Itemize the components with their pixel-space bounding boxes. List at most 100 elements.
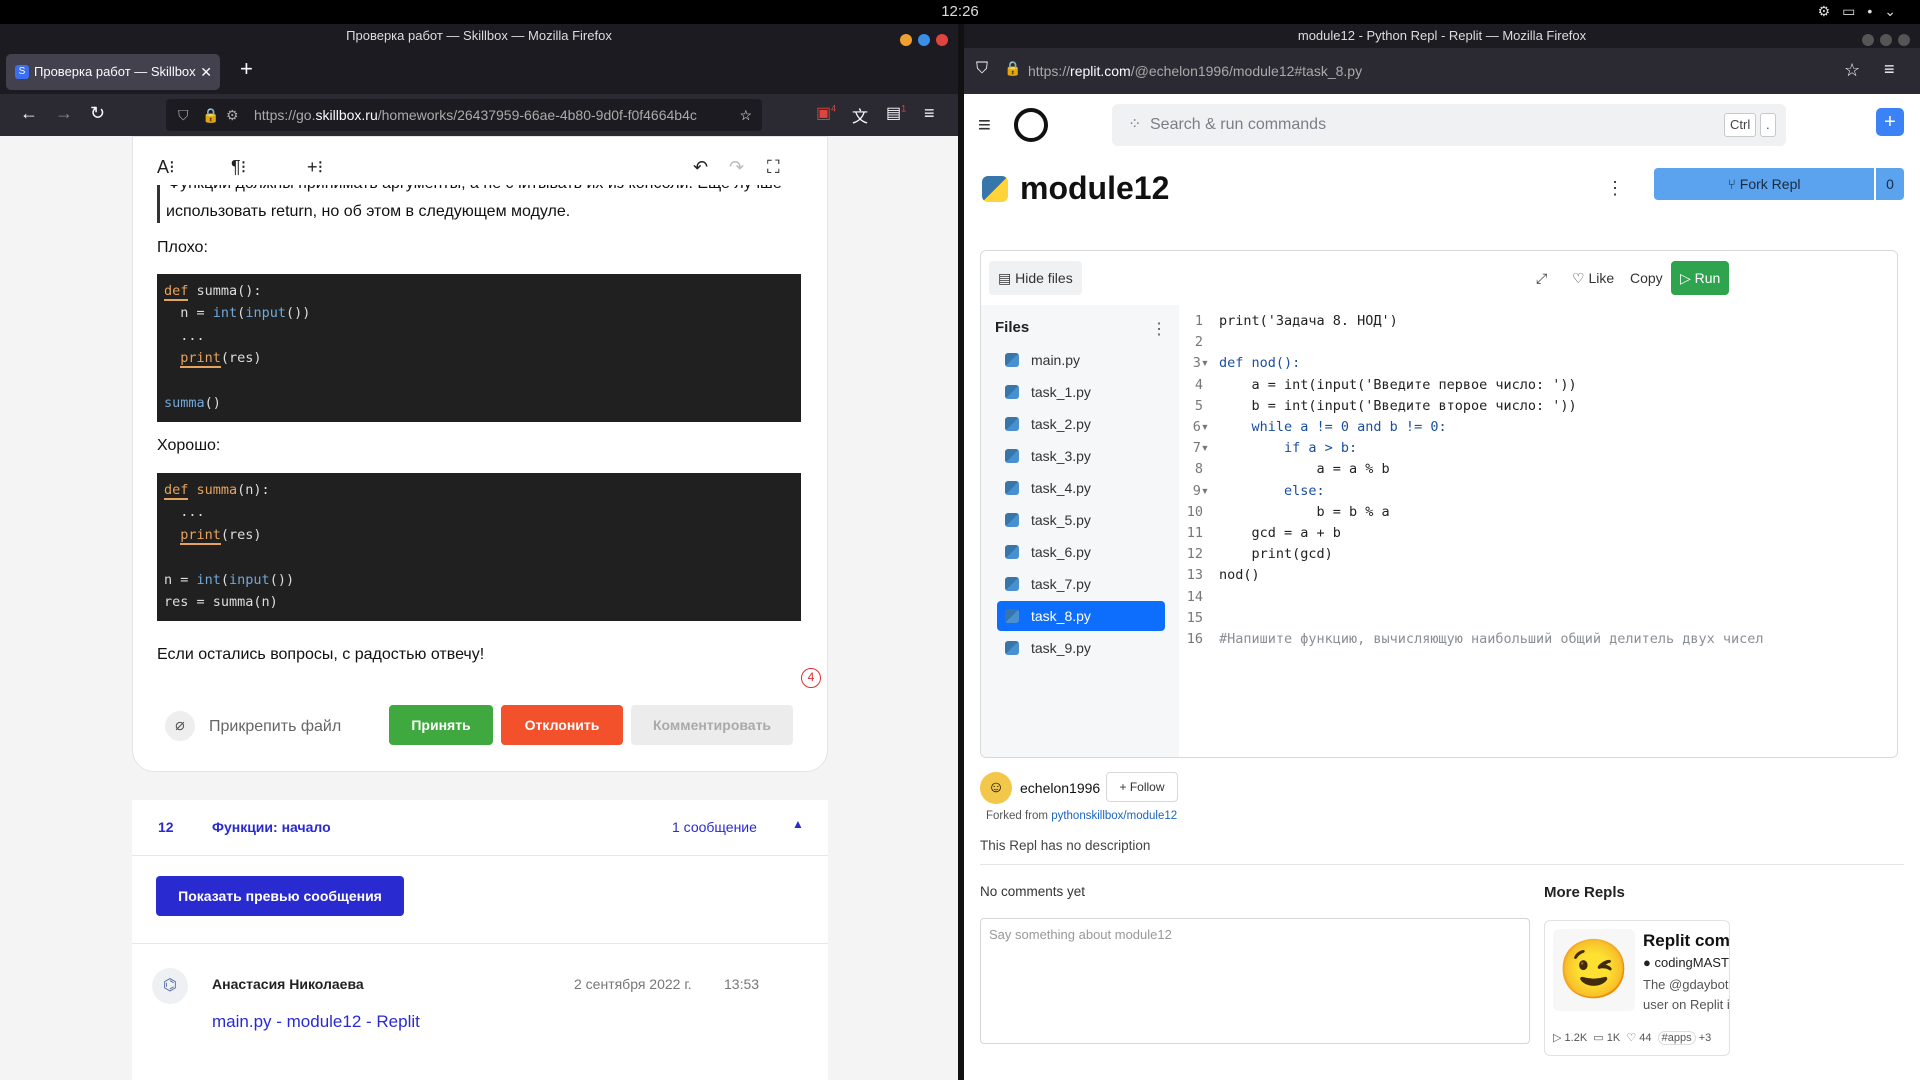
lesson-row[interactable]: 12 Функции: начало 1 сообщение ▲ [132, 800, 828, 856]
code-line[interactable]: print(gcd) [1219, 544, 1333, 565]
replit-logo[interactable] [1014, 108, 1048, 142]
copy-button[interactable]: Copy [1621, 261, 1672, 295]
downloads-extension-icon[interactable]: ▤1 [886, 103, 906, 123]
expand-icon[interactable]: ⤢ [1527, 261, 1557, 295]
card-stats: ▷ 1.2K ▭ 1K ♡ 44 #apps +3 [1553, 1031, 1711, 1045]
code-line: def summa(): [164, 283, 262, 301]
code-line[interactable]: nod() [1219, 565, 1260, 586]
back-icon[interactable]: ← [20, 103, 38, 124]
like-button[interactable]: ♡ Like [1563, 261, 1624, 295]
show-preview-button[interactable]: Показать превью сообщения [156, 876, 404, 916]
repl-card[interactable]: 😉 Replit com... ● codingMASTE... The @gd… [1544, 920, 1730, 1056]
more-options-icon[interactable]: ⋮ [1606, 178, 1624, 199]
shield-icon[interactable]: ⛉ [976, 60, 988, 78]
reject-button[interactable]: Отклонить [501, 705, 623, 745]
maximize-button[interactable] [918, 34, 930, 46]
code-line[interactable]: print('Задача 8. НОД') [1219, 311, 1398, 332]
extension-icon[interactable]: ▣4 [816, 103, 836, 123]
fullscreen-icon[interactable]: ⛶ [767, 157, 780, 178]
file-item[interactable]: task_9.py [997, 633, 1165, 663]
comment-textarea[interactable]: Say something about module12 [980, 918, 1530, 1044]
code-line[interactable]: def nod(): [1219, 353, 1300, 374]
code-line[interactable]: gcd = a + b [1219, 523, 1341, 544]
undo-icon[interactable]: ↶ [693, 157, 708, 178]
owner-avatar[interactable]: ☺ [980, 772, 1012, 804]
browser-tab[interactable]: S Проверка работ — Skillbox ✕ [6, 54, 220, 90]
code-line: print(res) [180, 526, 262, 545]
hamburger-menu-icon[interactable]: ≡ [978, 112, 991, 138]
file-item[interactable]: task_7.py [997, 569, 1165, 599]
card-tag[interactable]: #apps [1657, 1031, 1696, 1045]
minimize-button[interactable] [900, 34, 912, 46]
follow-label: Follow [1129, 780, 1165, 794]
code-line[interactable]: b = int(input('Введите второе число: ')) [1219, 396, 1577, 417]
bookmark-star-icon[interactable]: ☆ [1844, 60, 1860, 81]
bookmark-star-icon[interactable]: ☆ [733, 99, 752, 131]
file-item[interactable]: task_2.py [997, 409, 1165, 439]
search-input[interactable]: ⁘ Search & run commands Ctrl . [1112, 104, 1786, 146]
file-item[interactable]: main.py [997, 345, 1165, 375]
url-bar[interactable]: ⛉ 🔒 ⚙ https://go.skillbox.ru/homeworks/2… [166, 99, 762, 131]
close-tab-icon[interactable]: ✕ [200, 54, 212, 90]
file-item[interactable]: task_8.py [997, 601, 1165, 631]
forked-from-link[interactable]: pythonskillbox/module12 [1051, 810, 1177, 822]
code-line[interactable]: if a > b: [1219, 438, 1357, 459]
line-number: 12 [1186, 546, 1203, 563]
file-item[interactable]: task_3.py [997, 441, 1165, 471]
fork-label: Fork Repl [1739, 176, 1801, 192]
redo-icon[interactable]: ↷ [729, 157, 744, 178]
accept-button[interactable]: Принять [389, 705, 493, 745]
lock-icon: 🔒 [1004, 60, 1022, 76]
file-item[interactable]: task_1.py [997, 377, 1165, 407]
file-name: task_6.py [1031, 544, 1091, 560]
code-editor[interactable]: 1 print('Задача 8. НОД') 2 3▾ def nod(): 4 a … [1179, 305, 1897, 757]
owner-name[interactable]: echelon1996 [1020, 780, 1100, 796]
fork-repl-button[interactable]: ⑂ Fork Repl [1654, 168, 1874, 200]
chevron-up-icon[interactable]: ▲ [792, 817, 804, 831]
close-window-button[interactable] [936, 34, 948, 46]
menu-icon[interactable]: ≡ [1884, 59, 1895, 80]
message-link[interactable]: main.py - module12 - Replit [212, 1012, 420, 1032]
paragraph-icon[interactable]: ¶⁝ [231, 157, 246, 178]
attach-file-button[interactable]: Прикрепить файл [209, 716, 341, 738]
text-format-icon[interactable]: A⁝ [157, 157, 175, 178]
like-label: Like [1588, 270, 1615, 286]
forked-from-label: Forked from [986, 810, 1052, 822]
follow-button[interactable]: + Follow [1106, 772, 1178, 802]
more-repls-header: More Repls [1544, 884, 1625, 901]
run-button[interactable]: ▷ Run [1671, 261, 1730, 295]
code-line[interactable]: a = int(input('Введите первое число: ')) [1219, 375, 1577, 396]
python-file-icon [1005, 545, 1019, 559]
comment-button[interactable]: Комментировать [631, 705, 793, 745]
python-file-icon [1005, 641, 1019, 655]
file-item[interactable]: task_5.py [997, 505, 1165, 535]
reload-icon[interactable]: ↻ [90, 103, 105, 124]
hide-files-button[interactable]: ▤ Hide files [989, 261, 1082, 295]
minimize-button[interactable] [1862, 34, 1874, 46]
file-item[interactable]: task_6.py [997, 537, 1165, 567]
code-line[interactable]: else: [1219, 481, 1325, 502]
system-tray[interactable]: ⚙▭•⌄ [1818, 3, 1908, 20]
line-number: 3▾ [1192, 355, 1209, 372]
menu-icon[interactable]: ≡ [924, 103, 935, 124]
left-browser-window: Проверка работ — Skillbox — Mozilla Fire… [0, 24, 958, 1080]
url-bar[interactable]: https://replit.com/@echelon1996/module12… [1028, 55, 1668, 87]
new-tab-button[interactable]: + [240, 56, 253, 82]
lock-icon: 🔒 [202, 107, 220, 123]
code-line[interactable]: b = b % a [1219, 502, 1390, 523]
forward-icon[interactable]: → [55, 103, 73, 124]
close-window-button[interactable] [1898, 34, 1910, 46]
heart-icon: ♡ [1572, 270, 1589, 286]
paperclip-icon[interactable]: ⌀ [165, 711, 195, 741]
file-item[interactable]: task_4.py [997, 473, 1165, 503]
code-line[interactable]: #Напишите функцию, вычисляющую наибольши… [1219, 629, 1764, 650]
translate-icon[interactable]: 文 [852, 103, 868, 127]
create-button[interactable]: + [1876, 108, 1904, 136]
code-line[interactable]: a = a % b [1219, 459, 1390, 480]
insert-icon[interactable]: +⁝ [307, 157, 323, 178]
review-card: A⁝ ¶⁝ +⁝ ↶ ↷ ⛶ Функции должны принимать … [132, 136, 828, 772]
code-line[interactable]: while a != 0 and b != 0: [1219, 417, 1447, 438]
files-menu-icon[interactable]: ⋮ [1151, 319, 1167, 339]
maximize-button[interactable] [1880, 34, 1892, 46]
avatar: ⌬ [152, 968, 188, 1004]
